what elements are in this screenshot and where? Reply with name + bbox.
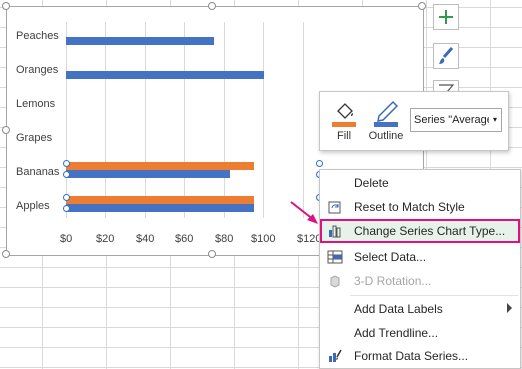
category-label: Peaches	[16, 30, 59, 42]
tick-label: $80	[215, 233, 234, 245]
gridline	[224, 22, 225, 218]
chart-resize-handle-bl[interactable]	[2, 250, 10, 258]
paintbrush-icon	[439, 47, 454, 64]
tick-label: $120	[297, 233, 322, 245]
outline-button[interactable]: Outline	[366, 96, 406, 146]
outline-color-swatch	[374, 122, 398, 127]
pen-icon	[374, 100, 399, 127]
tick-label: $60	[175, 233, 194, 245]
menu-item-reset-style[interactable]: Reset to Match Style	[320, 195, 520, 219]
format-series-icon	[329, 349, 342, 362]
tick-label: $0	[60, 233, 73, 245]
gridline	[184, 22, 185, 218]
menu-item-label: Change Series Chart Type...	[354, 224, 506, 238]
chart-resize-handle-tl[interactable]	[2, 2, 10, 10]
bar-peaches[interactable]	[66, 37, 214, 45]
chart-styles-button[interactable]	[433, 43, 459, 69]
category-label: Oranges	[16, 64, 59, 76]
gridline	[145, 22, 146, 218]
chart-resize-handle-tr[interactable]	[418, 2, 426, 10]
gridline	[66, 22, 67, 218]
reset-style-icon	[328, 201, 341, 214]
menu-item-select-data[interactable]: Select Data...	[320, 245, 520, 269]
chart-elements-button[interactable]	[433, 4, 459, 30]
context-menu: Delete Reset to Match Style Change Serie…	[319, 169, 521, 369]
menu-item-3d-rotation[interactable]: 3-D Rotation...	[320, 269, 520, 293]
menu-item-change-series-chart-type[interactable]: Change Series Chart Type...	[320, 219, 520, 243]
chart-resize-handle-bottom[interactable]	[208, 250, 216, 258]
select-data-icon	[327, 250, 343, 264]
series-selector[interactable]: Series "Average" ▾	[410, 108, 502, 132]
menu-item-label: Format Data Series...	[354, 349, 469, 363]
paint-bucket-icon	[332, 103, 356, 127]
menu-item-label: 3-D Rotation...	[354, 274, 432, 288]
fill-color-swatch	[332, 122, 356, 127]
fill-label: Fill	[336, 130, 352, 142]
fill-button[interactable]: Fill	[324, 96, 364, 146]
submenu-arrow-icon	[507, 303, 512, 313]
menu-item-add-trendline[interactable]: Add Trendline...	[320, 321, 520, 345]
menu-item-add-data-labels[interactable]: Add Data Labels	[320, 297, 520, 321]
chart-resize-handle-top[interactable]	[208, 2, 216, 10]
bar-apples[interactable]	[66, 196, 254, 204]
bar-bananas[interactable]	[66, 170, 230, 178]
category-label: Lemons	[16, 98, 56, 110]
tick-label: $20	[96, 233, 115, 245]
tick-label: $100	[251, 233, 276, 245]
menu-item-label: Select Data...	[354, 250, 427, 264]
bar-apples[interactable]	[66, 204, 254, 212]
chevron-down-icon: ▾	[489, 109, 501, 131]
cube-icon	[330, 275, 340, 288]
series-selection-handle[interactable]	[316, 160, 323, 167]
category-label: Bananas	[16, 166, 60, 178]
mini-toolbar: Fill Outline Series "Average" ▾	[319, 91, 509, 151]
menu-item-format-data-series[interactable]: Format Data Series...	[320, 344, 520, 368]
series-selection-handle[interactable]	[63, 160, 70, 167]
menu-item-delete[interactable]: Delete	[320, 171, 520, 195]
outline-label: Outline	[368, 130, 404, 142]
category-label: Grapes	[16, 132, 53, 144]
plus-icon	[439, 10, 453, 24]
chart-resize-handle-left[interactable]	[2, 126, 10, 134]
gridline	[263, 22, 264, 218]
bar-oranges[interactable]	[66, 71, 264, 79]
menu-item-label: Reset to Match Style	[354, 200, 465, 214]
series-selection-handle[interactable]	[63, 171, 70, 178]
gridline	[303, 22, 304, 218]
menu-separator	[350, 295, 518, 296]
menu-item-label: Delete	[354, 176, 389, 190]
menu-item-label: Add Data Labels	[354, 302, 443, 316]
series-selection-handle[interactable]	[63, 205, 70, 212]
tick-label: $40	[136, 233, 155, 245]
menu-item-label: Add Trendline...	[354, 326, 439, 340]
series-selector-value: Series "Average"	[414, 114, 497, 126]
chart-type-icon	[329, 225, 341, 238]
bar-bananas[interactable]	[66, 162, 254, 170]
category-label: Apples	[16, 200, 50, 212]
gridline	[105, 22, 106, 218]
series-selection-handle[interactable]	[63, 194, 70, 201]
